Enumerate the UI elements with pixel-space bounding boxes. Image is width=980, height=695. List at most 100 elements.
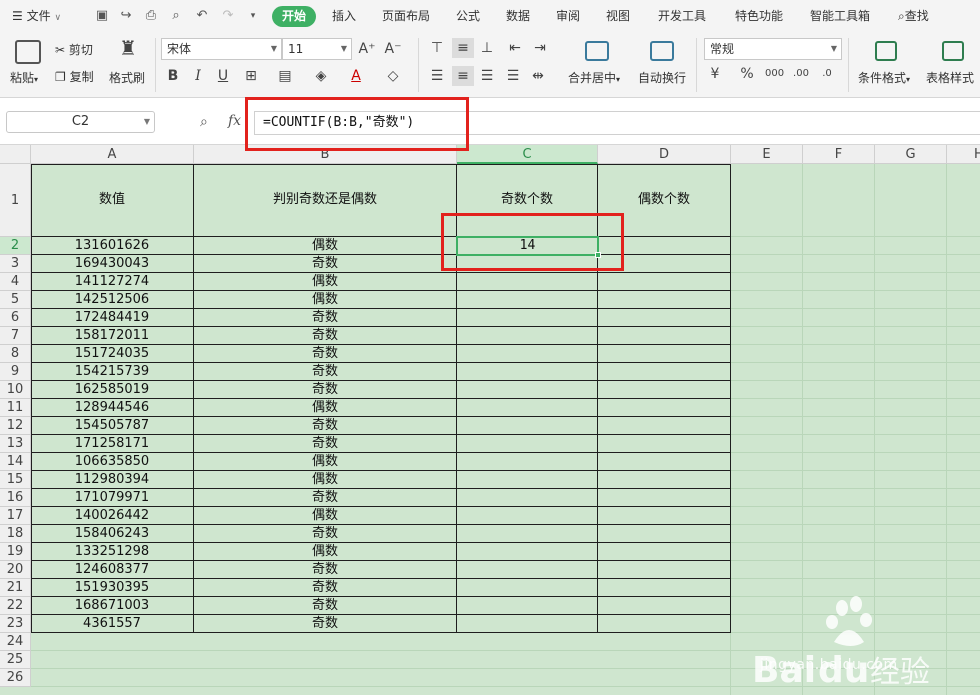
row-header[interactable]: 8 bbox=[0, 345, 31, 363]
tab-formulas[interactable]: 公式 bbox=[456, 0, 480, 32]
percent-icon[interactable]: % bbox=[738, 66, 756, 82]
table-cell[interactable] bbox=[598, 525, 731, 543]
decrease-decimal-icon[interactable]: .0 bbox=[818, 66, 836, 82]
tab-review[interactable]: 审阅 bbox=[556, 0, 580, 32]
table-cell[interactable]: 154215739 bbox=[31, 363, 194, 381]
table-cell[interactable] bbox=[598, 579, 731, 597]
row-header[interactable]: 11 bbox=[0, 399, 31, 417]
tab-home[interactable]: 开始 bbox=[272, 6, 317, 27]
table-cell[interactable] bbox=[457, 507, 598, 525]
table-cell[interactable]: 奇数 bbox=[194, 561, 457, 579]
redo-icon[interactable]: ↷ bbox=[220, 8, 236, 24]
table-cell[interactable]: 128944546 bbox=[31, 399, 194, 417]
table-cell[interactable]: 奇数 bbox=[194, 525, 457, 543]
row-header-1[interactable]: 1 bbox=[0, 164, 31, 237]
bold-button[interactable]: B bbox=[164, 68, 182, 84]
conditional-format-icon[interactable] bbox=[875, 41, 897, 61]
table-cell[interactable] bbox=[598, 435, 731, 453]
align-bottom-icon[interactable]: ⊥ bbox=[478, 40, 496, 56]
row-header[interactable]: 9 bbox=[0, 363, 31, 381]
row-header[interactable]: 13 bbox=[0, 435, 31, 453]
table-cell[interactable]: 172484419 bbox=[31, 309, 194, 327]
table-cell[interactable]: 112980394 bbox=[31, 471, 194, 489]
table-cell[interactable] bbox=[598, 543, 731, 561]
table-cell[interactable] bbox=[598, 615, 731, 633]
table-cell[interactable] bbox=[598, 597, 731, 615]
copy-button[interactable]: ❐ 复制 bbox=[55, 68, 94, 85]
file-menu[interactable]: ☰ 文件 ∨ bbox=[12, 0, 61, 32]
table-cell[interactable]: 142512506 bbox=[31, 291, 194, 309]
table-cell[interactable]: 奇数 bbox=[194, 615, 457, 633]
insert-function-button[interactable]: fx bbox=[228, 113, 241, 129]
row-header[interactable]: 18 bbox=[0, 525, 31, 543]
merge-center-button[interactable]: 合并居中▾ bbox=[568, 69, 620, 86]
currency-icon[interactable]: ¥ bbox=[706, 66, 724, 82]
undo-icon[interactable]: ↶ bbox=[194, 8, 210, 24]
table-cell[interactable]: 偶数 bbox=[194, 273, 457, 291]
table-cell[interactable]: 奇数 bbox=[194, 363, 457, 381]
search-button[interactable]: ⌕查找 bbox=[898, 0, 929, 32]
table-cell[interactable] bbox=[457, 363, 598, 381]
tab-insert[interactable]: 插入 bbox=[332, 0, 356, 32]
table-cell[interactable]: 奇数 bbox=[194, 309, 457, 327]
increase-font-icon[interactable]: A⁺ bbox=[358, 41, 376, 57]
table-cell[interactable] bbox=[457, 579, 598, 597]
thousands-icon[interactable]: 000 bbox=[765, 66, 784, 82]
table-cell[interactable]: 106635850 bbox=[31, 453, 194, 471]
table-cell[interactable]: 奇数 bbox=[194, 255, 457, 273]
table-cell[interactable] bbox=[457, 327, 598, 345]
row-header[interactable]: 22 bbox=[0, 597, 31, 615]
table-cell[interactable]: 154505787 bbox=[31, 417, 194, 435]
table-cell[interactable]: 171258171 bbox=[31, 435, 194, 453]
paste-icon[interactable] bbox=[15, 40, 41, 64]
column-header-g[interactable]: G bbox=[875, 145, 947, 164]
decrease-indent-icon[interactable]: ⇤ bbox=[506, 40, 524, 56]
format-painter-button[interactable]: 格式刷 bbox=[109, 69, 145, 86]
table-cell[interactable]: 168671003 bbox=[31, 597, 194, 615]
table-cell[interactable]: 158406243 bbox=[31, 525, 194, 543]
justify-icon[interactable]: ☰ bbox=[504, 68, 522, 84]
row-header[interactable]: 16 bbox=[0, 489, 31, 507]
merge-center-icon[interactable] bbox=[585, 41, 609, 61]
table-cell[interactable]: 171079971 bbox=[31, 489, 194, 507]
italic-button[interactable]: I bbox=[189, 68, 207, 84]
row-header[interactable]: 5 bbox=[0, 291, 31, 309]
decrease-font-icon[interactable]: A⁻ bbox=[384, 41, 402, 57]
table-cell[interactable] bbox=[598, 327, 731, 345]
table-cell[interactable] bbox=[598, 363, 731, 381]
table-cell[interactable]: 偶数 bbox=[194, 507, 457, 525]
table-cell[interactable]: 偶数 bbox=[194, 543, 457, 561]
table-cell[interactable] bbox=[457, 471, 598, 489]
row-header[interactable]: 19 bbox=[0, 543, 31, 561]
wrap-text-button[interactable]: 自动换行 bbox=[638, 69, 686, 86]
table-cell[interactable] bbox=[598, 273, 731, 291]
table-cell[interactable] bbox=[457, 525, 598, 543]
font-color-icon[interactable]: A bbox=[347, 68, 365, 84]
cut-button[interactable]: ✂ 剪切 bbox=[55, 41, 93, 58]
table-cell[interactable]: 141127274 bbox=[31, 273, 194, 291]
row-header[interactable]: 4 bbox=[0, 273, 31, 291]
table-style-button[interactable]: 表格样式 bbox=[926, 69, 974, 86]
table-cell[interactable] bbox=[598, 561, 731, 579]
table-cell[interactable]: 151930395 bbox=[31, 579, 194, 597]
table-cell[interactable]: 奇数 bbox=[194, 579, 457, 597]
row-header[interactable]: 7 bbox=[0, 327, 31, 345]
cell-b1[interactable]: 判别奇数还是偶数 bbox=[194, 164, 457, 237]
table-cell[interactable] bbox=[457, 309, 598, 327]
column-header-f[interactable]: F bbox=[803, 145, 875, 164]
print-icon[interactable]: ⎙ bbox=[143, 8, 159, 24]
tab-special-features[interactable]: 特色功能 bbox=[735, 0, 783, 32]
row-header[interactable]: 10 bbox=[0, 381, 31, 399]
table-cell[interactable]: 奇数 bbox=[194, 597, 457, 615]
column-header-c[interactable]: C bbox=[457, 145, 598, 164]
table-cell[interactable] bbox=[457, 435, 598, 453]
align-middle-icon[interactable]: ≡ bbox=[452, 38, 474, 58]
align-top-icon[interactable]: ⊤ bbox=[428, 40, 446, 56]
spreadsheet-grid[interactable]: A B C D E F G H 1 2 3 4 5 6 7 8 9 10 11 12 13 14 15 16… bbox=[0, 145, 980, 695]
table-cell[interactable]: 偶数 bbox=[194, 237, 457, 255]
align-right-icon[interactable]: ☰ bbox=[478, 68, 496, 84]
table-cell[interactable] bbox=[598, 309, 731, 327]
tab-page-layout[interactable]: 页面布局 bbox=[382, 0, 430, 32]
conditional-format-button[interactable]: 条件格式▾ bbox=[858, 69, 910, 86]
save-icon[interactable]: ▣ bbox=[94, 8, 110, 24]
